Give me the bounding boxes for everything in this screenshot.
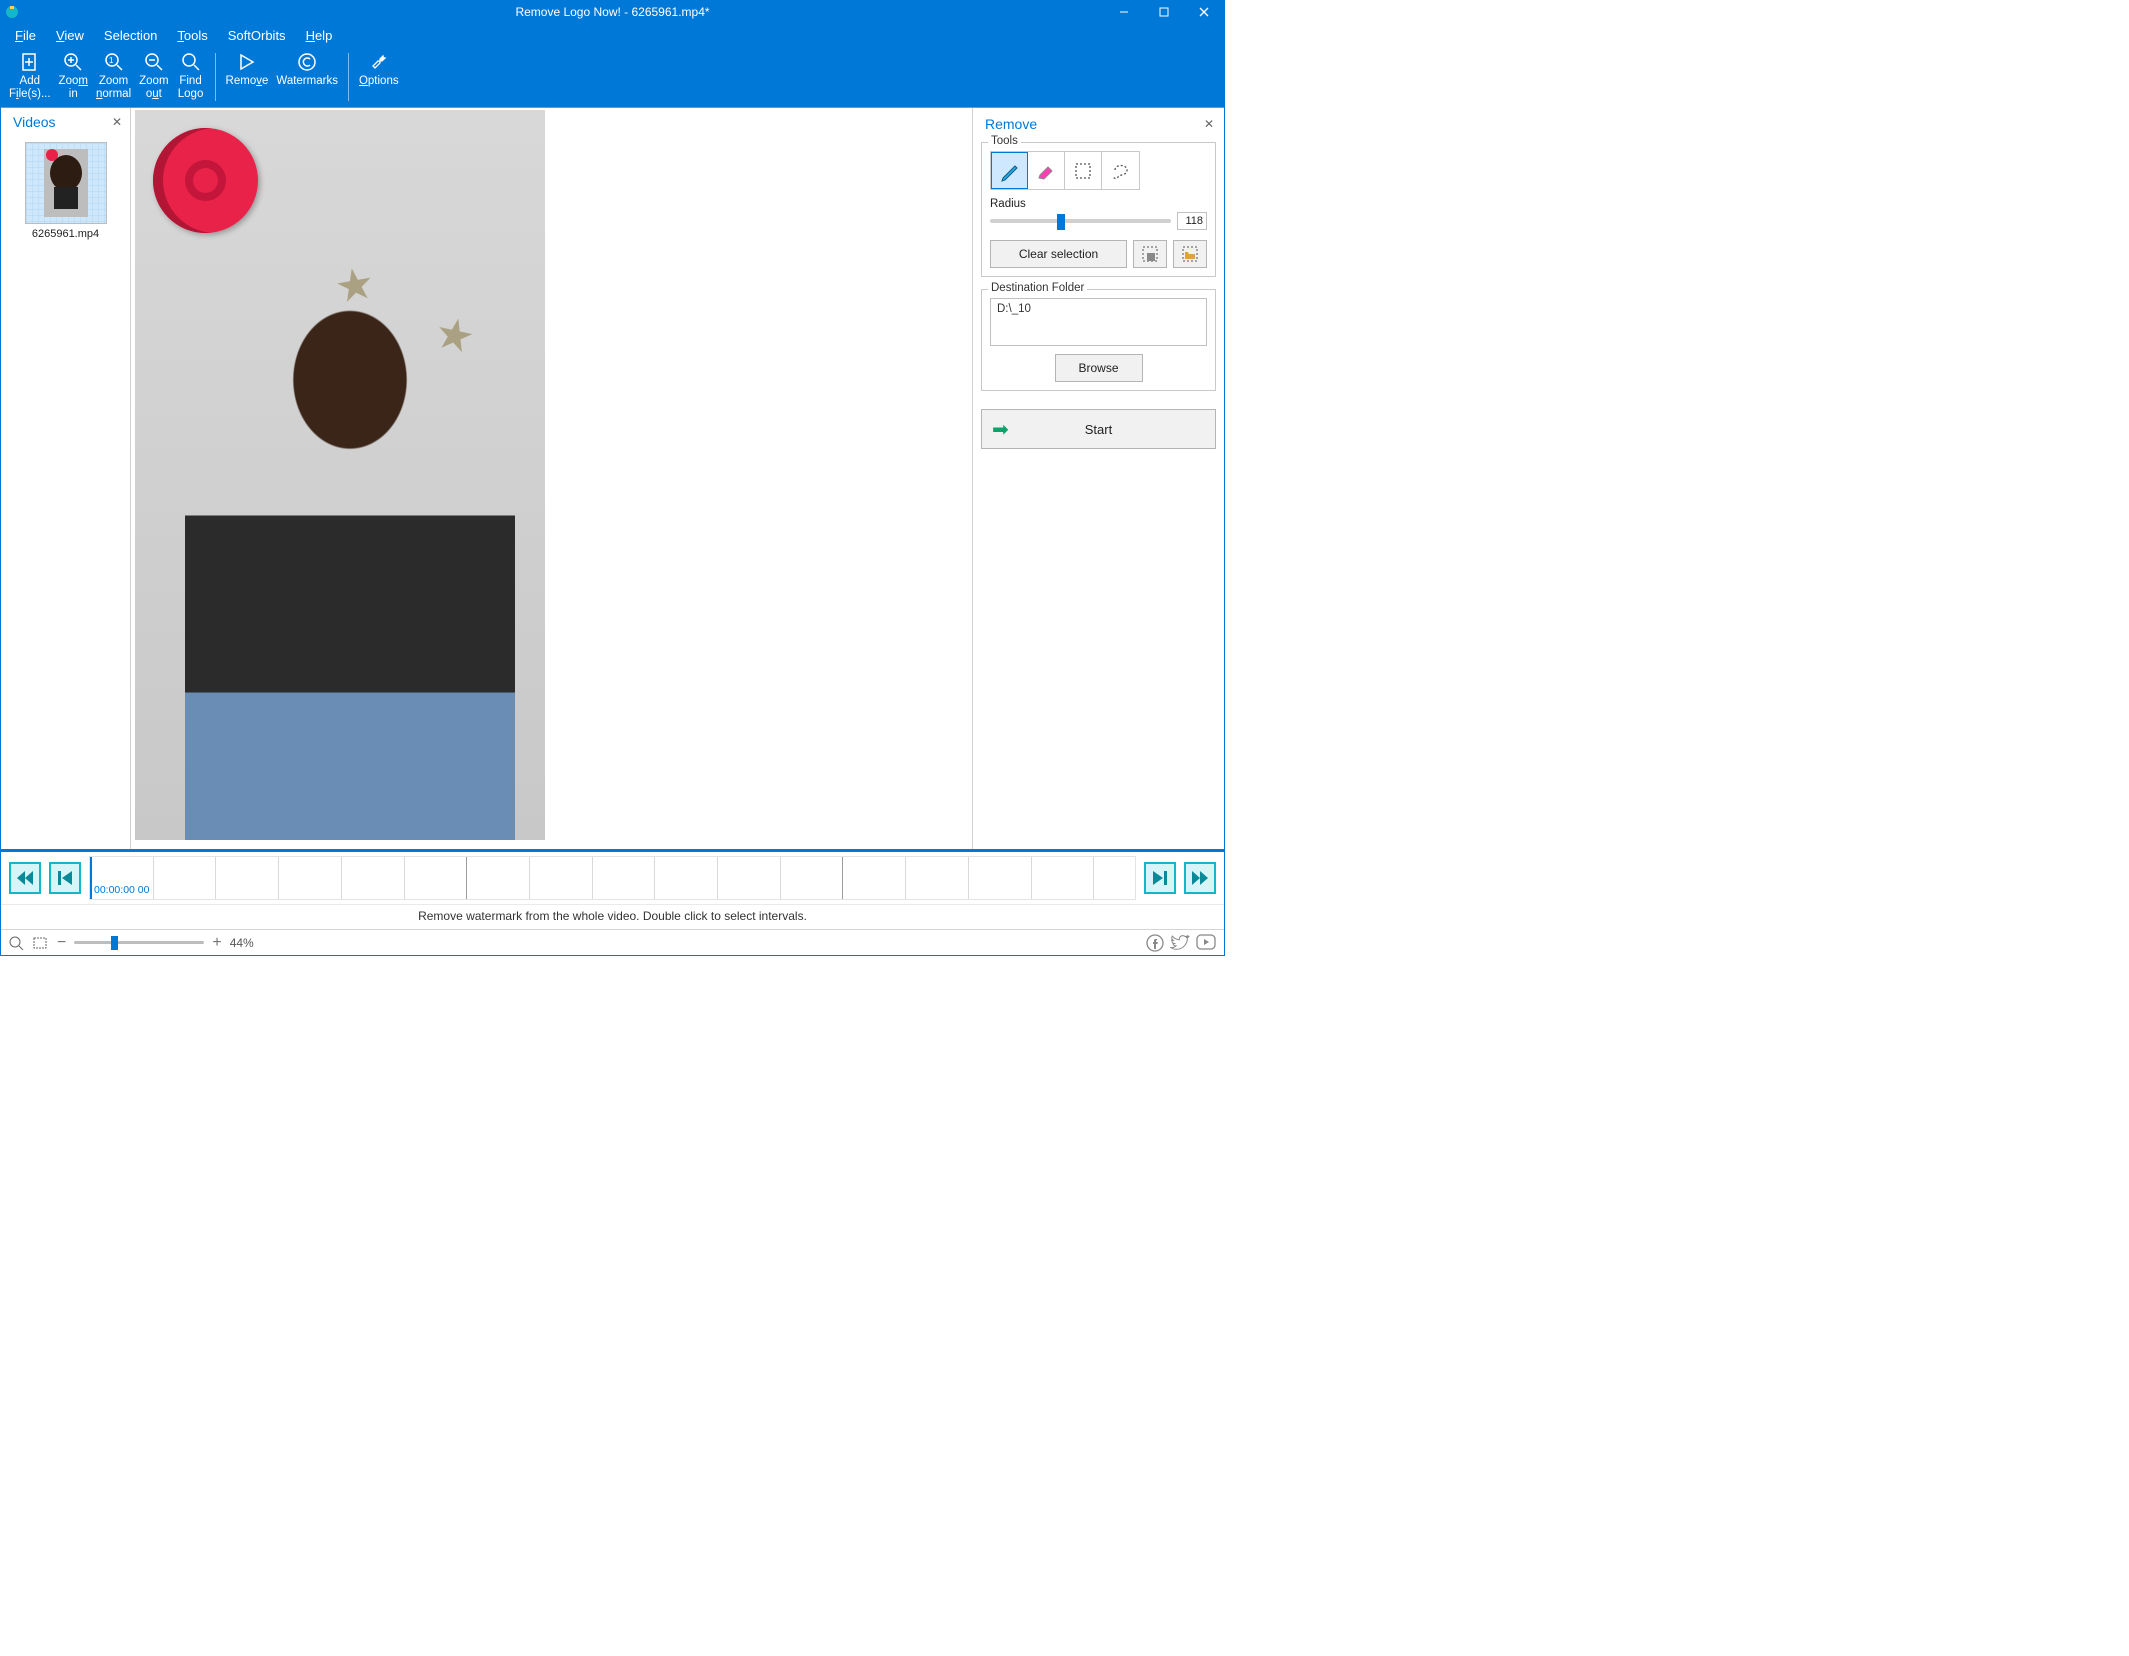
video-thumbnail[interactable]	[25, 142, 107, 224]
add-files-button[interactable]: AddFile(s)...	[5, 49, 55, 107]
save-selection-button[interactable]	[1133, 240, 1167, 268]
twitter-icon[interactable]	[1170, 934, 1190, 952]
menu-softorbits[interactable]: SoftOrbits	[220, 26, 294, 45]
zoom-plus[interactable]: +	[212, 934, 221, 952]
actual-size-icon[interactable]	[33, 936, 49, 950]
skip-back-all-button[interactable]	[9, 862, 41, 894]
remove-panel-close[interactable]: ✕	[1204, 117, 1214, 131]
radius-label: Radius	[990, 198, 1207, 210]
lasso-tool[interactable]	[1102, 152, 1139, 189]
search-icon	[180, 51, 202, 73]
toolbar: AddFile(s)... Zoomin 1 Zoomnormal Zoomou…	[1, 47, 1224, 107]
options-label: Options	[359, 75, 399, 88]
load-selection-button[interactable]	[1173, 240, 1207, 268]
tools-group: Tools Radius 118 Clear selection	[981, 142, 1216, 277]
find-logo-button[interactable]: FindLogo	[173, 49, 209, 107]
copyright-icon	[296, 51, 318, 73]
zoom-normal-label: Zoomnormal	[96, 75, 131, 101]
marker-tool[interactable]	[991, 152, 1028, 189]
zoom-out-icon	[143, 51, 165, 73]
rect-select-tool[interactable]	[1065, 152, 1102, 189]
play-icon	[236, 51, 258, 73]
facebook-icon[interactable]	[1146, 934, 1164, 952]
arrow-right-icon: ➡	[992, 417, 1009, 442]
start-label: Start	[982, 422, 1215, 437]
video-thumbnail-label: 6265961.mp4	[1, 226, 130, 240]
remove-label: Remove	[226, 75, 269, 88]
preview-area[interactable]: ★ ★	[131, 108, 972, 849]
watermarks-label: Watermarks	[276, 75, 338, 88]
zoom-normal-button[interactable]: 1 Zoomnormal	[92, 49, 135, 107]
eraser-tool[interactable]	[1028, 152, 1065, 189]
titlebar: Remove Logo Now! - 6265961.mp4*	[1, 1, 1224, 23]
menu-view[interactable]: View	[48, 26, 92, 45]
add-files-label: AddFile(s)...	[9, 75, 51, 101]
zoom-in-icon	[62, 51, 84, 73]
find-logo-label: FindLogo	[178, 75, 204, 101]
timeline-time: 00:00:00 00	[94, 884, 149, 896]
youtube-icon[interactable]	[1196, 934, 1216, 952]
wrench-icon	[368, 51, 390, 73]
videos-panel-close[interactable]: ✕	[112, 115, 122, 129]
radius-value[interactable]: 118	[1177, 212, 1207, 230]
minimize-button[interactable]	[1104, 1, 1144, 23]
zoom-in-label: Zoomin	[59, 75, 88, 101]
watermarks-button[interactable]: Watermarks	[272, 49, 342, 107]
menu-tools[interactable]: Tools	[169, 26, 215, 45]
remove-panel-title: Remove	[985, 116, 1037, 132]
menu-selection[interactable]: Selection	[96, 26, 165, 45]
menu-file[interactable]: File	[7, 26, 44, 45]
menubar: File View Selection Tools SoftOrbits Hel…	[1, 23, 1224, 47]
videos-panel: Videos ✕ 6265961.mp4	[1, 108, 131, 849]
remove-button[interactable]: Remove	[222, 49, 273, 107]
preview-frame: ★ ★	[135, 110, 545, 840]
skip-forward-button[interactable]	[1144, 862, 1176, 894]
maximize-button[interactable]	[1144, 1, 1184, 23]
fit-window-icon[interactable]	[9, 936, 25, 950]
destination-group: Destination Folder D:\_10 Browse	[981, 289, 1216, 391]
status-bar: − + 44%	[1, 929, 1224, 955]
close-button[interactable]	[1184, 1, 1224, 23]
watermark-logo	[153, 128, 258, 233]
skip-forward-all-button[interactable]	[1184, 862, 1216, 894]
zoom-percent: 44%	[230, 936, 254, 950]
options-button[interactable]: Options	[355, 49, 403, 107]
clear-selection-button[interactable]: Clear selection	[990, 240, 1127, 268]
svg-text:1: 1	[109, 56, 114, 65]
start-button[interactable]: ➡ Start	[981, 409, 1216, 449]
timeline-area: 00:00:00 00 Remove watermark from the wh…	[1, 849, 1224, 929]
zoom-minus[interactable]: −	[57, 934, 66, 952]
videos-panel-title: Videos	[13, 114, 56, 130]
remove-panel: Remove ✕ Tools Radius 118 Clear selectio…	[972, 108, 1224, 849]
zoom-out-label: Zoomout	[139, 75, 168, 101]
window-title: Remove Logo Now! - 6265961.mp4*	[515, 5, 709, 19]
timeline-track[interactable]: 00:00:00 00	[89, 856, 1136, 900]
destination-path[interactable]: D:\_10	[990, 298, 1207, 346]
skip-back-button[interactable]	[49, 862, 81, 894]
zoom-in-button[interactable]: Zoomin	[55, 49, 92, 107]
plus-doc-icon	[19, 51, 41, 73]
menu-help[interactable]: Help	[298, 26, 341, 45]
browse-button[interactable]: Browse	[1055, 354, 1143, 382]
timeline-hint: Remove watermark from the whole video. D…	[1, 904, 1224, 929]
destination-legend: Destination Folder	[988, 282, 1087, 294]
radius-slider[interactable]	[990, 219, 1171, 223]
zoom-slider[interactable]	[74, 941, 204, 944]
zoom-normal-icon: 1	[103, 51, 125, 73]
tools-legend: Tools	[988, 135, 1021, 147]
zoom-out-button[interactable]: Zoomout	[135, 49, 172, 107]
app-icon	[1, 1, 23, 23]
